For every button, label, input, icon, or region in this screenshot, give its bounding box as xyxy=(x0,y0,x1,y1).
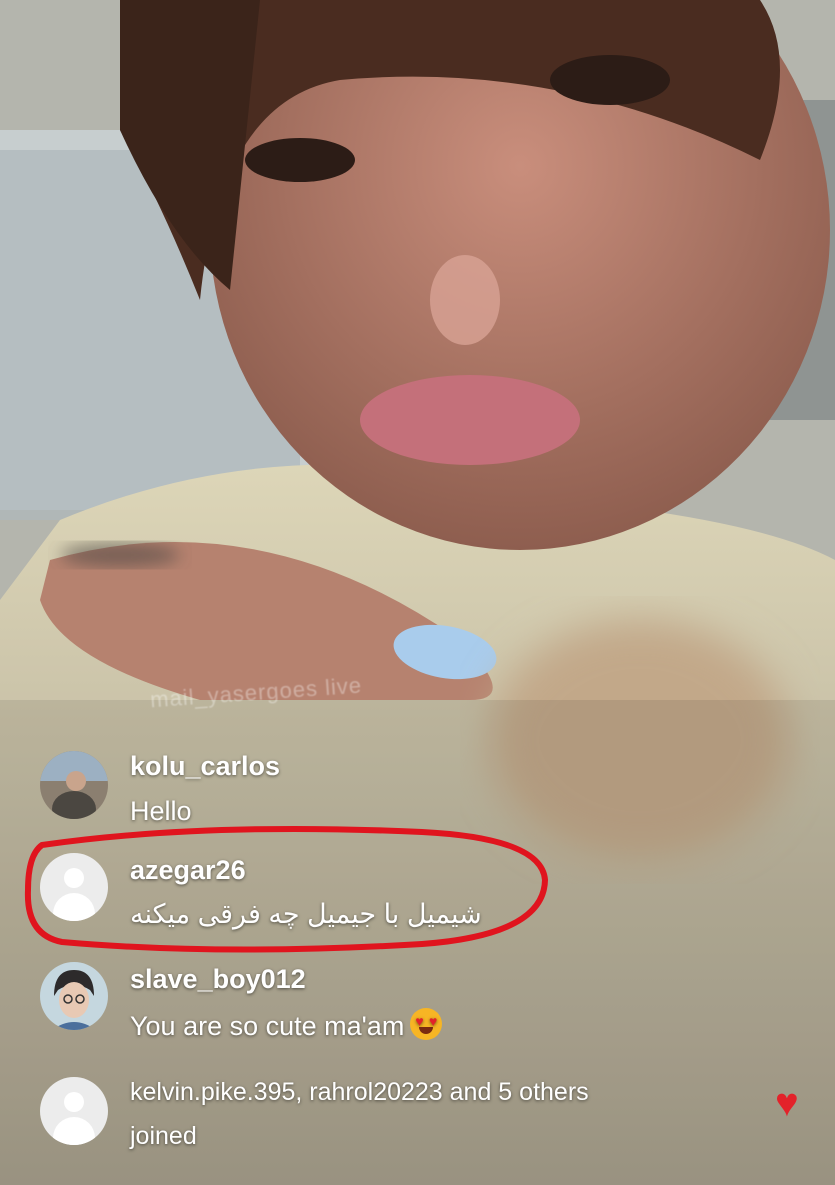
joined-text: kelvin.pike.395, rahrol20223 and 5 other… xyxy=(130,1078,589,1150)
comment-text: You are so cute ma'am xyxy=(130,1008,443,1042)
default-avatar-icon xyxy=(40,1077,108,1145)
avatar-photo xyxy=(40,962,108,1030)
comment-username[interactable]: kolu_carlos xyxy=(130,751,280,782)
avatar-photo xyxy=(40,751,108,819)
heart-icon[interactable]: ♥ xyxy=(775,1083,799,1123)
heart-eyes-emoji-icon xyxy=(410,1008,443,1040)
comment-text-content: You are so cute ma'am xyxy=(130,1011,405,1041)
user-avatar[interactable] xyxy=(40,962,108,1030)
comment-username[interactable]: slave_boy012 xyxy=(130,964,306,995)
red-highlight-circle xyxy=(24,825,549,953)
user-avatar[interactable] xyxy=(40,751,108,819)
